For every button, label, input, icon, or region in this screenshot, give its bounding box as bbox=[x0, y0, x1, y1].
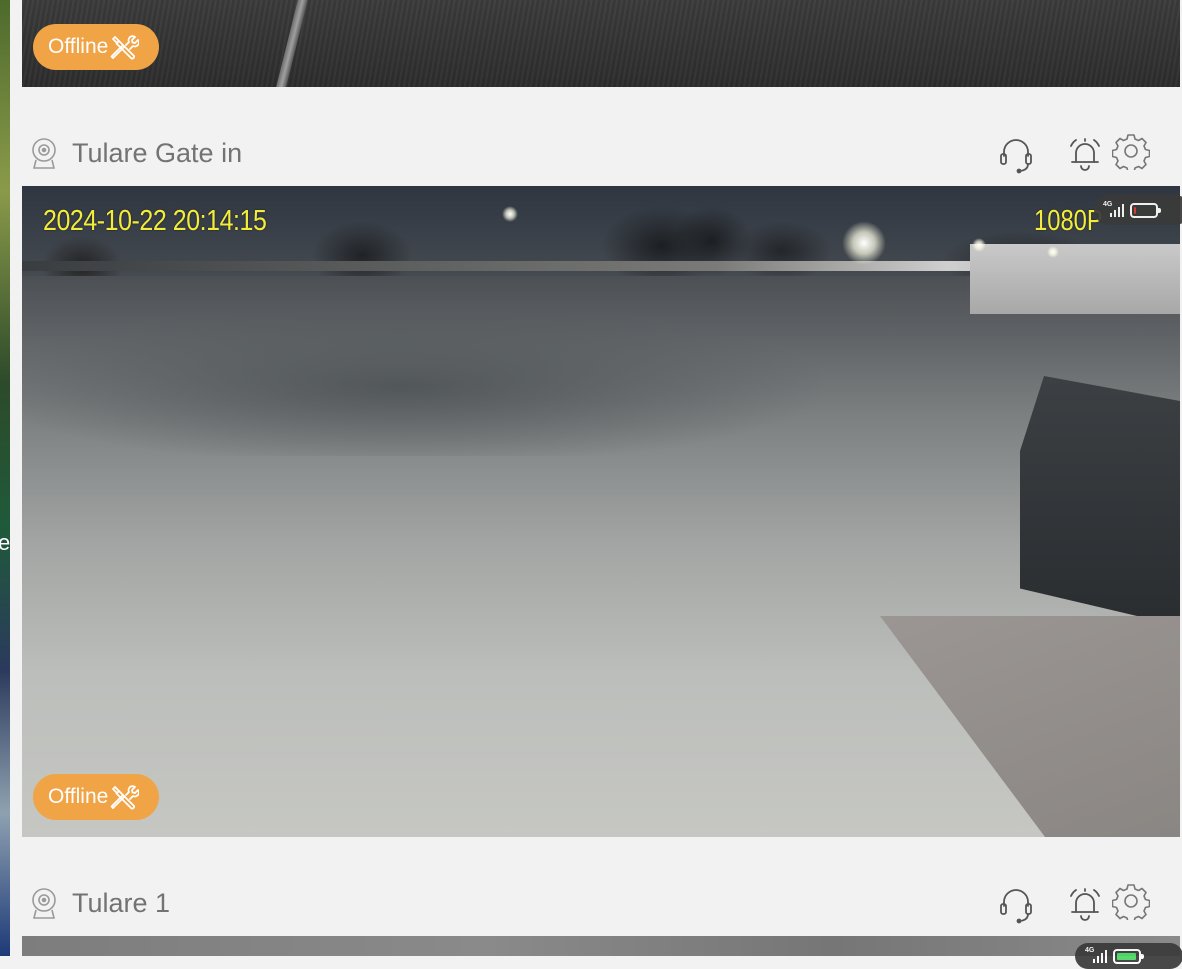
camera-icon bbox=[32, 888, 56, 919]
gear-icon[interactable] bbox=[1112, 882, 1150, 920]
tools-icon bbox=[110, 785, 140, 810]
camera-title: Tulare Gate in bbox=[72, 138, 243, 168]
background-glyph: e bbox=[0, 530, 11, 555]
tools-icon bbox=[110, 35, 140, 60]
device-status-pill: 4G bbox=[1094, 195, 1182, 225]
offline-badge-1[interactable]: Offline bbox=[33, 774, 159, 820]
feed-light bbox=[972, 238, 986, 252]
network-label: 4G bbox=[1103, 201, 1113, 208]
feed-gravel bbox=[880, 616, 1180, 837]
camera-header-1: Tulare Gate in bbox=[22, 124, 1180, 184]
feed-light bbox=[842, 221, 886, 265]
battery-fill bbox=[1117, 952, 1136, 960]
gear-icon[interactable] bbox=[1112, 132, 1150, 170]
offline-badge-0[interactable]: Offline bbox=[33, 24, 159, 70]
camera-feed-2[interactable] bbox=[22, 936, 1180, 956]
battery-fill bbox=[1134, 206, 1136, 214]
camera-icon bbox=[32, 138, 56, 169]
battery-icon bbox=[1113, 948, 1144, 964]
feed-lawn bbox=[22, 316, 822, 456]
feed-shed bbox=[1020, 376, 1180, 626]
feed-rail bbox=[276, 0, 308, 87]
feed-light bbox=[502, 206, 518, 222]
network-label: 4G bbox=[1085, 947, 1095, 954]
headset-icon[interactable] bbox=[998, 884, 1034, 924]
camera-feed-1[interactable] bbox=[22, 186, 1180, 837]
battery-icon bbox=[1130, 202, 1161, 218]
osd-resolution: 1080P bbox=[1034, 205, 1103, 237]
headset-icon[interactable] bbox=[998, 134, 1034, 174]
camera-header-2: Tulare 1 bbox=[22, 874, 1180, 934]
camera-feed-0[interactable] bbox=[22, 0, 1180, 87]
bell-icon[interactable] bbox=[1065, 884, 1105, 924]
osd-timestamp: 2024-10-22 20:14:15 bbox=[43, 205, 267, 237]
background-desktop-strip: e bbox=[0, 0, 10, 956]
signal-icon bbox=[1093, 949, 1107, 963]
bell-icon[interactable] bbox=[1065, 134, 1105, 174]
feed-building bbox=[970, 244, 1180, 314]
offline-label: Offline bbox=[48, 35, 109, 58]
feed-light bbox=[1047, 246, 1059, 258]
device-status-pill: 4G bbox=[1075, 943, 1182, 969]
camera-title: Tulare 1 bbox=[72, 888, 171, 918]
offline-label: Offline bbox=[48, 785, 109, 808]
